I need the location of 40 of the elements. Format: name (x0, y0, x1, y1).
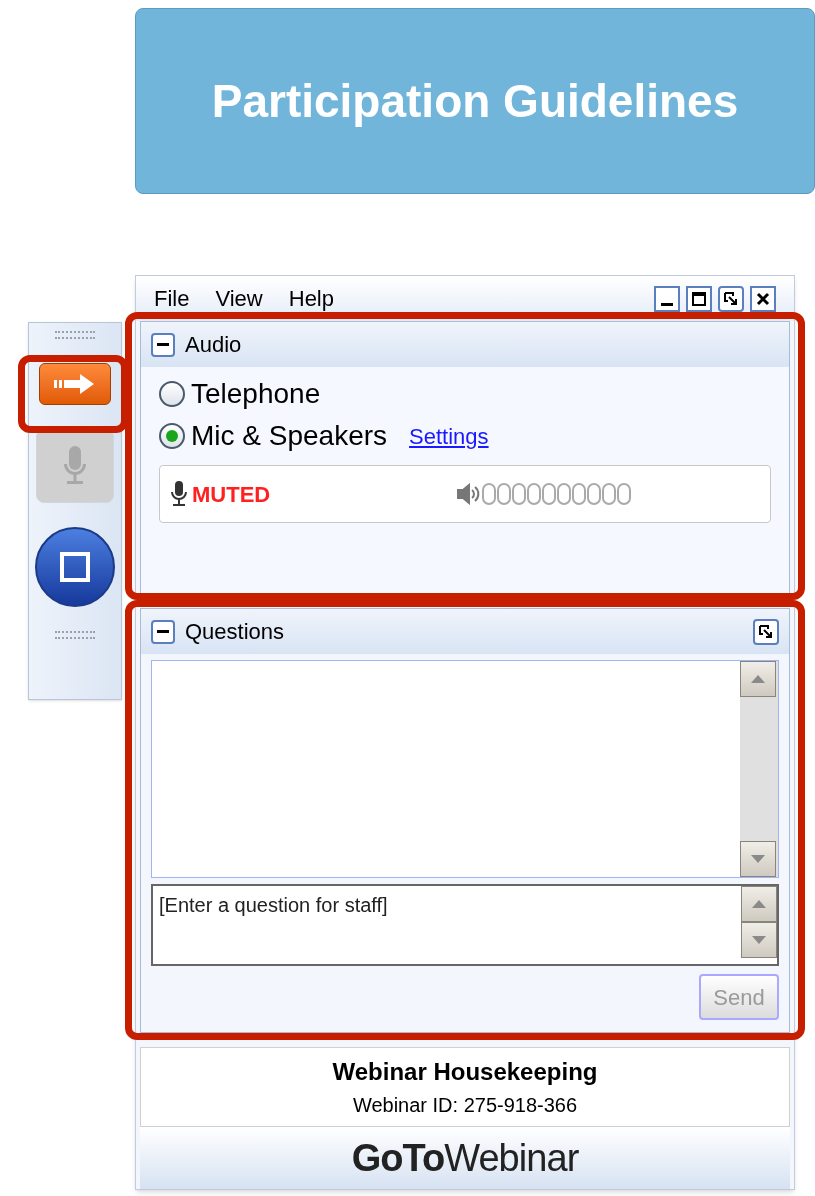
radio-label[interactable]: Mic & Speakers (191, 415, 388, 457)
section-title: Audio (185, 331, 242, 359)
menu-item[interactable]: Help (288, 282, 334, 315)
scroll-down-button[interactable] (741, 922, 777, 958)
radio-button[interactable] (159, 423, 185, 449)
minimize-button[interactable] (654, 285, 680, 312)
collapse-icon[interactable] (151, 332, 175, 357)
collapse-icon[interactable] (151, 619, 175, 644)
radio-button[interactable] (159, 381, 185, 407)
close-icon (756, 291, 770, 306)
microphone-icon (170, 481, 188, 507)
down-triangle-icon (750, 854, 766, 864)
mute-status: MUTED (192, 480, 271, 509)
menu-item[interactable]: View (215, 282, 263, 315)
down-triangle-icon (751, 935, 767, 945)
up-triangle-icon (750, 674, 766, 684)
maximize-button[interactable] (686, 285, 712, 312)
section-title: Questions (185, 618, 285, 646)
grip-icon[interactable] (55, 331, 95, 339)
radio-label[interactable]: Telephone (191, 373, 321, 415)
microphone-icon (62, 446, 88, 486)
question-input[interactable]: [Enter a question for staff] (153, 886, 741, 920)
webinar-title: Webinar Housekeeping (332, 1057, 598, 1087)
settings-link[interactable]: Settings (409, 419, 489, 453)
popout-icon[interactable] (753, 618, 779, 645)
menu-item[interactable]: File (154, 282, 190, 315)
grip-icon[interactable] (55, 631, 95, 639)
close-button[interactable] (750, 285, 776, 312)
popout-icon[interactable] (718, 285, 744, 312)
webinar-id: Webinar ID: 275-918-366 (352, 1093, 578, 1118)
arrow-button[interactable] (39, 363, 111, 405)
scroll-up-button[interactable] (740, 661, 776, 697)
up-triangle-icon (751, 899, 767, 909)
scrollbar[interactable] (740, 661, 778, 877)
square-icon (59, 551, 91, 583)
slide-title: Participation Guidelines (211, 73, 739, 129)
question-box[interactable]: [Enter a question for staff] (151, 884, 779, 966)
scroll-down-button[interactable] (740, 841, 776, 877)
scroll-up-button[interactable] (741, 886, 777, 922)
logo: GoToWebinar (351, 1135, 579, 1181)
